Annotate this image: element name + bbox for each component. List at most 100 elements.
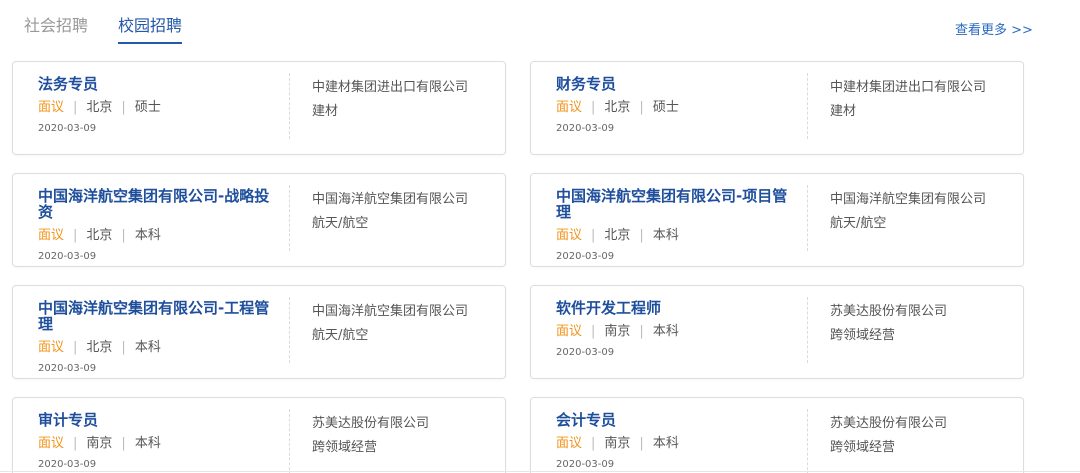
job-degree: 本科 bbox=[652, 436, 679, 451]
company-info: 中国海洋航空集团有限公司 航天/航空 bbox=[830, 188, 1015, 236]
meta-separator: | bbox=[73, 228, 78, 243]
company-info: 中国海洋航空集团有限公司 航天/航空 bbox=[312, 188, 497, 236]
job-title[interactable]: 法务专员 bbox=[38, 76, 283, 92]
job-title[interactable]: 软件开发工程师 bbox=[556, 300, 801, 316]
job-degree: 本科 bbox=[134, 340, 161, 355]
job-date: 2020-03-09 bbox=[556, 347, 615, 358]
job-salary: 面议 bbox=[556, 100, 583, 115]
card-divider bbox=[289, 409, 290, 473]
meta-separator: | bbox=[591, 100, 596, 115]
job-card[interactable]: 法务专员 面议 | 北京 | 硕士 2020-03-09 中建材集团进出口有限公… bbox=[12, 61, 506, 155]
meta-separator: | bbox=[591, 436, 596, 451]
job-card[interactable]: 会计专员 面议 | 南京 | 本科 2020-03-09 苏美达股份有限公司 跨… bbox=[530, 397, 1024, 473]
company-name[interactable]: 中建材集团进出口有限公司 bbox=[312, 76, 497, 100]
company-industry: 跨领域经营 bbox=[312, 440, 378, 455]
card-divider bbox=[807, 409, 808, 473]
company-industry: 航天/航空 bbox=[312, 216, 369, 231]
job-card[interactable]: 财务专员 面议 | 北京 | 硕士 2020-03-09 中建材集团进出口有限公… bbox=[530, 61, 1024, 155]
job-date: 2020-03-09 bbox=[556, 251, 615, 262]
company-name[interactable]: 苏美达股份有限公司 bbox=[312, 412, 497, 436]
company-info: 中建材集团进出口有限公司 建材 bbox=[830, 76, 1015, 124]
job-degree: 本科 bbox=[652, 324, 679, 339]
job-salary: 面议 bbox=[556, 324, 583, 339]
job-salary: 面议 bbox=[38, 340, 65, 355]
company-name[interactable]: 中国海洋航空集团有限公司 bbox=[312, 188, 497, 212]
job-title[interactable]: 中国海洋航空集团有限公司-项目管理 bbox=[556, 188, 801, 220]
tab-social-recruitment[interactable]: 社会招聘 bbox=[24, 12, 88, 44]
meta-separator: | bbox=[121, 228, 126, 243]
job-title[interactable]: 财务专员 bbox=[556, 76, 801, 92]
company-industry: 跨领域经营 bbox=[830, 328, 896, 343]
job-degree: 本科 bbox=[134, 436, 161, 451]
meta-separator: | bbox=[73, 340, 78, 355]
job-card[interactable]: 中国海洋航空集团有限公司-工程管理 面议 | 北京 | 本科 2020-03-0… bbox=[12, 285, 506, 379]
card-divider bbox=[289, 297, 290, 363]
job-city: 北京 bbox=[604, 228, 631, 243]
job-info: 中国海洋航空集团有限公司-项目管理 面议 | 北京 | 本科 2020-03-0… bbox=[556, 188, 801, 262]
job-salary: 面议 bbox=[38, 436, 65, 451]
job-degree: 本科 bbox=[652, 228, 679, 243]
recruitment-page: 社会招聘 校园招聘 查看更多 >> 法务专员 面议 | 北京 | 硕士 2020… bbox=[0, 0, 1080, 473]
job-degree: 本科 bbox=[134, 228, 161, 243]
meta-separator: | bbox=[639, 436, 644, 451]
company-industry: 航天/航空 bbox=[312, 328, 369, 343]
job-card[interactable]: 中国海洋航空集团有限公司-项目管理 面议 | 北京 | 本科 2020-03-0… bbox=[530, 173, 1024, 267]
job-info: 审计专员 面议 | 南京 | 本科 2020-03-09 bbox=[38, 412, 283, 470]
meta-separator: | bbox=[639, 324, 644, 339]
recruitment-tabs: 社会招聘 校园招聘 bbox=[24, 12, 183, 44]
job-degree: 硕士 bbox=[134, 100, 161, 115]
bottom-divider bbox=[0, 471, 1080, 472]
company-info: 苏美达股份有限公司 跨领域经营 bbox=[830, 300, 1015, 348]
job-date: 2020-03-09 bbox=[38, 363, 97, 374]
meta-separator: | bbox=[121, 340, 126, 355]
company-info: 中建材集团进出口有限公司 建材 bbox=[312, 76, 497, 124]
company-industry: 建材 bbox=[312, 104, 339, 119]
company-info: 苏美达股份有限公司 跨领域经营 bbox=[830, 412, 1015, 460]
card-divider bbox=[807, 185, 808, 251]
company-name[interactable]: 中国海洋航空集团有限公司 bbox=[312, 300, 497, 324]
meta-separator: | bbox=[639, 100, 644, 115]
job-salary: 面议 bbox=[38, 228, 65, 243]
company-info: 苏美达股份有限公司 跨领域经营 bbox=[312, 412, 497, 460]
meta-separator: | bbox=[121, 100, 126, 115]
job-info: 财务专员 面议 | 北京 | 硕士 2020-03-09 bbox=[556, 76, 801, 134]
job-salary: 面议 bbox=[556, 436, 583, 451]
company-industry: 跨领域经营 bbox=[830, 440, 896, 455]
view-more-link[interactable]: 查看更多 >> bbox=[955, 19, 1033, 38]
meta-separator: | bbox=[121, 436, 126, 451]
company-name[interactable]: 苏美达股份有限公司 bbox=[830, 412, 1015, 436]
job-meta: 面议 | 北京 | 硕士 bbox=[556, 99, 801, 117]
company-name[interactable]: 中国海洋航空集团有限公司 bbox=[830, 188, 1015, 212]
job-salary: 面议 bbox=[38, 100, 65, 115]
company-name[interactable]: 苏美达股份有限公司 bbox=[830, 300, 1015, 324]
meta-separator: | bbox=[639, 228, 644, 243]
job-card[interactable]: 审计专员 面议 | 南京 | 本科 2020-03-09 苏美达股份有限公司 跨… bbox=[12, 397, 506, 473]
job-meta: 面议 | 北京 | 本科 bbox=[556, 227, 801, 245]
job-title[interactable]: 中国海洋航空集团有限公司-战略投资 bbox=[38, 188, 283, 220]
job-salary: 面议 bbox=[556, 228, 583, 243]
job-date: 2020-03-09 bbox=[38, 251, 97, 262]
job-date: 2020-03-09 bbox=[556, 459, 615, 470]
job-meta: 面议 | 南京 | 本科 bbox=[556, 435, 801, 453]
meta-separator: | bbox=[73, 436, 78, 451]
job-title[interactable]: 审计专员 bbox=[38, 412, 283, 428]
card-divider bbox=[807, 297, 808, 363]
job-title[interactable]: 会计专员 bbox=[556, 412, 801, 428]
card-divider bbox=[807, 73, 808, 139]
job-meta: 面议 | 南京 | 本科 bbox=[38, 435, 283, 453]
job-card[interactable]: 软件开发工程师 面议 | 南京 | 本科 2020-03-09 苏美达股份有限公… bbox=[530, 285, 1024, 379]
meta-separator: | bbox=[591, 324, 596, 339]
company-name[interactable]: 中建材集团进出口有限公司 bbox=[830, 76, 1015, 100]
company-industry: 航天/航空 bbox=[830, 216, 887, 231]
job-degree: 硕士 bbox=[652, 100, 679, 115]
job-city: 北京 bbox=[604, 100, 631, 115]
job-card[interactable]: 中国海洋航空集团有限公司-战略投资 面议 | 北京 | 本科 2020-03-0… bbox=[12, 173, 506, 267]
job-date: 2020-03-09 bbox=[38, 123, 97, 134]
job-date: 2020-03-09 bbox=[556, 123, 615, 134]
job-city: 北京 bbox=[86, 228, 113, 243]
company-industry: 建材 bbox=[830, 104, 857, 119]
card-divider bbox=[289, 185, 290, 251]
tab-campus-recruitment[interactable]: 校园招聘 bbox=[118, 12, 183, 44]
job-title[interactable]: 中国海洋航空集团有限公司-工程管理 bbox=[38, 300, 283, 332]
job-info: 中国海洋航空集团有限公司-工程管理 面议 | 北京 | 本科 2020-03-0… bbox=[38, 300, 283, 374]
